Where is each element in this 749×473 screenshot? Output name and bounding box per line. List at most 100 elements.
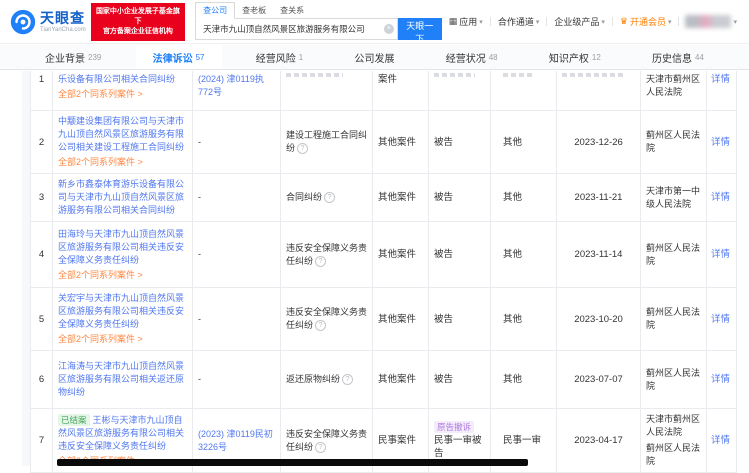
cause-text: 返还原物纠纷?	[286, 373, 367, 386]
court-cell: 蓟州区人民法院	[641, 222, 707, 287]
tab-count: 12	[592, 53, 601, 62]
menu-item-1[interactable]: ▦应用▾	[442, 15, 490, 28]
court-name: 蓟州区人民法院	[646, 306, 701, 332]
withdrawal-badge: 原告撤诉	[434, 421, 474, 433]
date-cell: 2023-07-07	[557, 351, 641, 408]
case-name-line: 中颙建设集团有限公司与天津市九山顶自然风景区旅游服务有限公司相关建设工程施工合同…	[58, 115, 187, 154]
cause-text: 违反安全保障义务责任纠纷?	[286, 242, 367, 268]
series-cases-link[interactable]: 全部2个同系列案件 >	[58, 156, 187, 169]
court-name: 蓟州区人民法院	[646, 442, 701, 468]
tab-2[interactable]: 法律诉讼57	[136, 45, 222, 69]
case-name-cell: 新乡市鑫泰体育游乐设备有限公司与天津市九山顶自然风景区旅游服务有限公司相关合同纠…	[53, 174, 193, 221]
detail-link[interactable]: 详情	[711, 136, 731, 149]
search-tab-3[interactable]: 查关系	[273, 3, 311, 18]
user-account[interactable]: ▾	[679, 15, 737, 28]
case-type: 案件	[378, 73, 423, 86]
case-type-cell: 其他案件	[373, 222, 429, 287]
case-type: 其他案件	[378, 248, 423, 261]
date-cell	[557, 71, 641, 110]
table-row: 6江海涛与天津市九山顶自然风景区旅游服务有限公司相关返还原物纠纷-返还原物纠纷?…	[31, 351, 736, 409]
role-text: 被告	[434, 313, 485, 326]
search-box: 查公司查老板查关系 × 天眼一下	[195, 3, 442, 40]
section-tab-bar: 企业背景239 法律诉讼57 经营风险1 公司发展经营状况48 知识产权12 历史信息44	[0, 45, 749, 70]
case-name-line: 田海玲与天津市九山顶自然风景区旅游服务有限公司相关违反安全保障义务责任纠纷	[58, 228, 187, 267]
detail-link[interactable]: 详情	[711, 434, 731, 447]
tab-5[interactable]: 经营状况48	[429, 45, 515, 69]
logo-domain: TianYanCha.com	[40, 27, 86, 33]
help-icon[interactable]: ?	[342, 374, 353, 385]
detail-link[interactable]: 详情	[711, 191, 731, 204]
case-name-link[interactable]: 关宏宇与天津市九山顶自然风景区旅游服务有限公司相关违反安全保障义务责任纠纷	[58, 293, 184, 329]
detail-link[interactable]: 详情	[711, 73, 731, 86]
menu-item-2[interactable]: 合作通道▾	[491, 15, 547, 28]
case-index: 5	[39, 313, 44, 326]
case-number-link[interactable]: (2023) 津0119民初3226号	[198, 428, 275, 454]
series-cases-link[interactable]: 全部2个同系列案件 >	[58, 88, 187, 101]
role-cell: 被告	[429, 222, 491, 287]
case-number-cell: -	[193, 222, 281, 287]
procedure-text: 民事一审	[503, 434, 551, 447]
case-name-cell: 关宏宇与天津市九山顶自然风景区旅游服务有限公司相关违反安全保障义务责任纠纷全部2…	[53, 288, 193, 350]
cause-cell: 违反安全保障义务责任纠纷?	[281, 288, 373, 350]
clear-icon[interactable]: ×	[384, 24, 394, 34]
tab-1[interactable]: 企业背景239	[28, 45, 118, 69]
case-name-line: 关宏宇与天津市九山顶自然风景区旅游服务有限公司相关违反安全保障义务责任纠纷	[58, 292, 187, 331]
menu-item-3[interactable]: 企业级产品▾	[547, 15, 612, 28]
case-number-cell: -	[193, 288, 281, 350]
case-number-link[interactable]: (2024) 津0119执772号	[198, 73, 275, 99]
case-type-cell: 其他案件	[373, 351, 429, 408]
case-number: -	[198, 313, 275, 326]
clipped-text	[562, 73, 624, 77]
case-name-cell: 田海玲与天津市九山顶自然风景区旅游服务有限公司相关违反安全保障义务责任纠纷全部2…	[53, 222, 193, 287]
help-icon[interactable]: ?	[315, 320, 326, 331]
case-number-cell: (2024) 津0119执772号	[193, 71, 281, 110]
case-name-line: 江海涛与天津市九山顶自然风景区旅游服务有限公司相关返还原物纠纷	[58, 360, 187, 399]
table-row: 3 新乡市鑫泰体育游乐设备有限公司与天津市九山顶自然风景区旅游服务有限公司相关合同…	[31, 174, 736, 222]
case-name-link[interactable]: 江海涛与天津市九山顶自然风景区旅游服务有限公司相关返还原物纠纷	[58, 361, 184, 397]
series-cases-link[interactable]: 全部2个同系列案件 >	[58, 333, 187, 346]
tab-label: 历史信息	[652, 50, 692, 65]
gov-badge-line2: 官方备案企业征信机构	[94, 27, 182, 37]
tab-4[interactable]: 公司发展	[337, 45, 411, 69]
help-icon[interactable]: ?	[315, 256, 326, 267]
menu-item-label: 合作通道	[498, 15, 534, 28]
tab-6[interactable]: 知识产权12	[532, 45, 618, 69]
series-cases-link[interactable]: 全部2个同系列案件 >	[58, 269, 187, 282]
search-tab-1[interactable]: 查公司	[195, 2, 235, 19]
clipped-text	[503, 73, 532, 77]
menu-item-4[interactable]: ♛开通会员▾	[613, 15, 679, 28]
case-name-link[interactable]: 新乡市鑫泰体育游乐设备有限公司与天津市九山顶自然风景区旅游服务有限公司相关合同纠…	[58, 179, 184, 215]
filing-date: 2023-04-17	[574, 434, 623, 447]
date-cell: 2023-11-21	[557, 174, 641, 221]
detail-link[interactable]: 详情	[711, 313, 731, 326]
help-icon[interactable]: ?	[297, 143, 308, 154]
case-index-cell: 3	[31, 174, 53, 221]
case-index: 3	[39, 191, 44, 204]
cause-text: 建设工程施工合同纠纷?	[286, 129, 367, 155]
search-input[interactable]	[195, 18, 398, 40]
crown-icon: ♛	[620, 16, 628, 27]
help-icon[interactable]: ?	[324, 192, 335, 203]
procedure-cell: 其他	[491, 111, 557, 173]
court-cell: 天津市第一中级人民法院	[641, 174, 707, 221]
cause-text: 违反安全保障义务责任纠纷?	[286, 306, 367, 332]
case-index-cell: 6	[31, 351, 53, 408]
case-index: 6	[39, 373, 44, 386]
date-cell: 2023-10-20	[557, 288, 641, 350]
case-name-line: 新乡市鑫泰体育游乐设备有限公司与天津市九山顶自然风景区旅游服务有限公司相关合同纠…	[58, 178, 187, 217]
detail-link[interactable]: 详情	[711, 248, 731, 261]
detail-link[interactable]: 详情	[711, 373, 731, 386]
tab-3[interactable]: 经营风险1	[239, 45, 320, 69]
help-icon[interactable]: ?	[315, 442, 326, 453]
tianyancha-logo[interactable]: 天眼查 TianYanCha.com	[10, 9, 86, 35]
case-name-link[interactable]: 乐设备有限公司相关合同纠纷	[58, 74, 175, 84]
cause-cell: 违反安全保障义务责任纠纷?	[281, 222, 373, 287]
menu-item-label: 应用	[459, 15, 477, 28]
tab-7[interactable]: 历史信息44	[635, 45, 721, 69]
case-name-link[interactable]: 中颙建设集团有限公司与天津市九山顶自然风景区旅游服务有限公司相关建设工程施工合同…	[58, 116, 184, 152]
case-name-link[interactable]: 田海玲与天津市九山顶自然风景区旅游服务有限公司相关违反安全保障义务责任纠纷	[58, 229, 184, 265]
search-tab-2[interactable]: 查老板	[235, 3, 273, 18]
search-button[interactable]: 天眼一下	[398, 18, 442, 40]
litigation-table: 1乐设备有限公司相关合同纠纷全部2个同系列案件 >(2024) 津0119执77…	[30, 71, 737, 473]
case-type: 其他案件	[378, 191, 423, 204]
